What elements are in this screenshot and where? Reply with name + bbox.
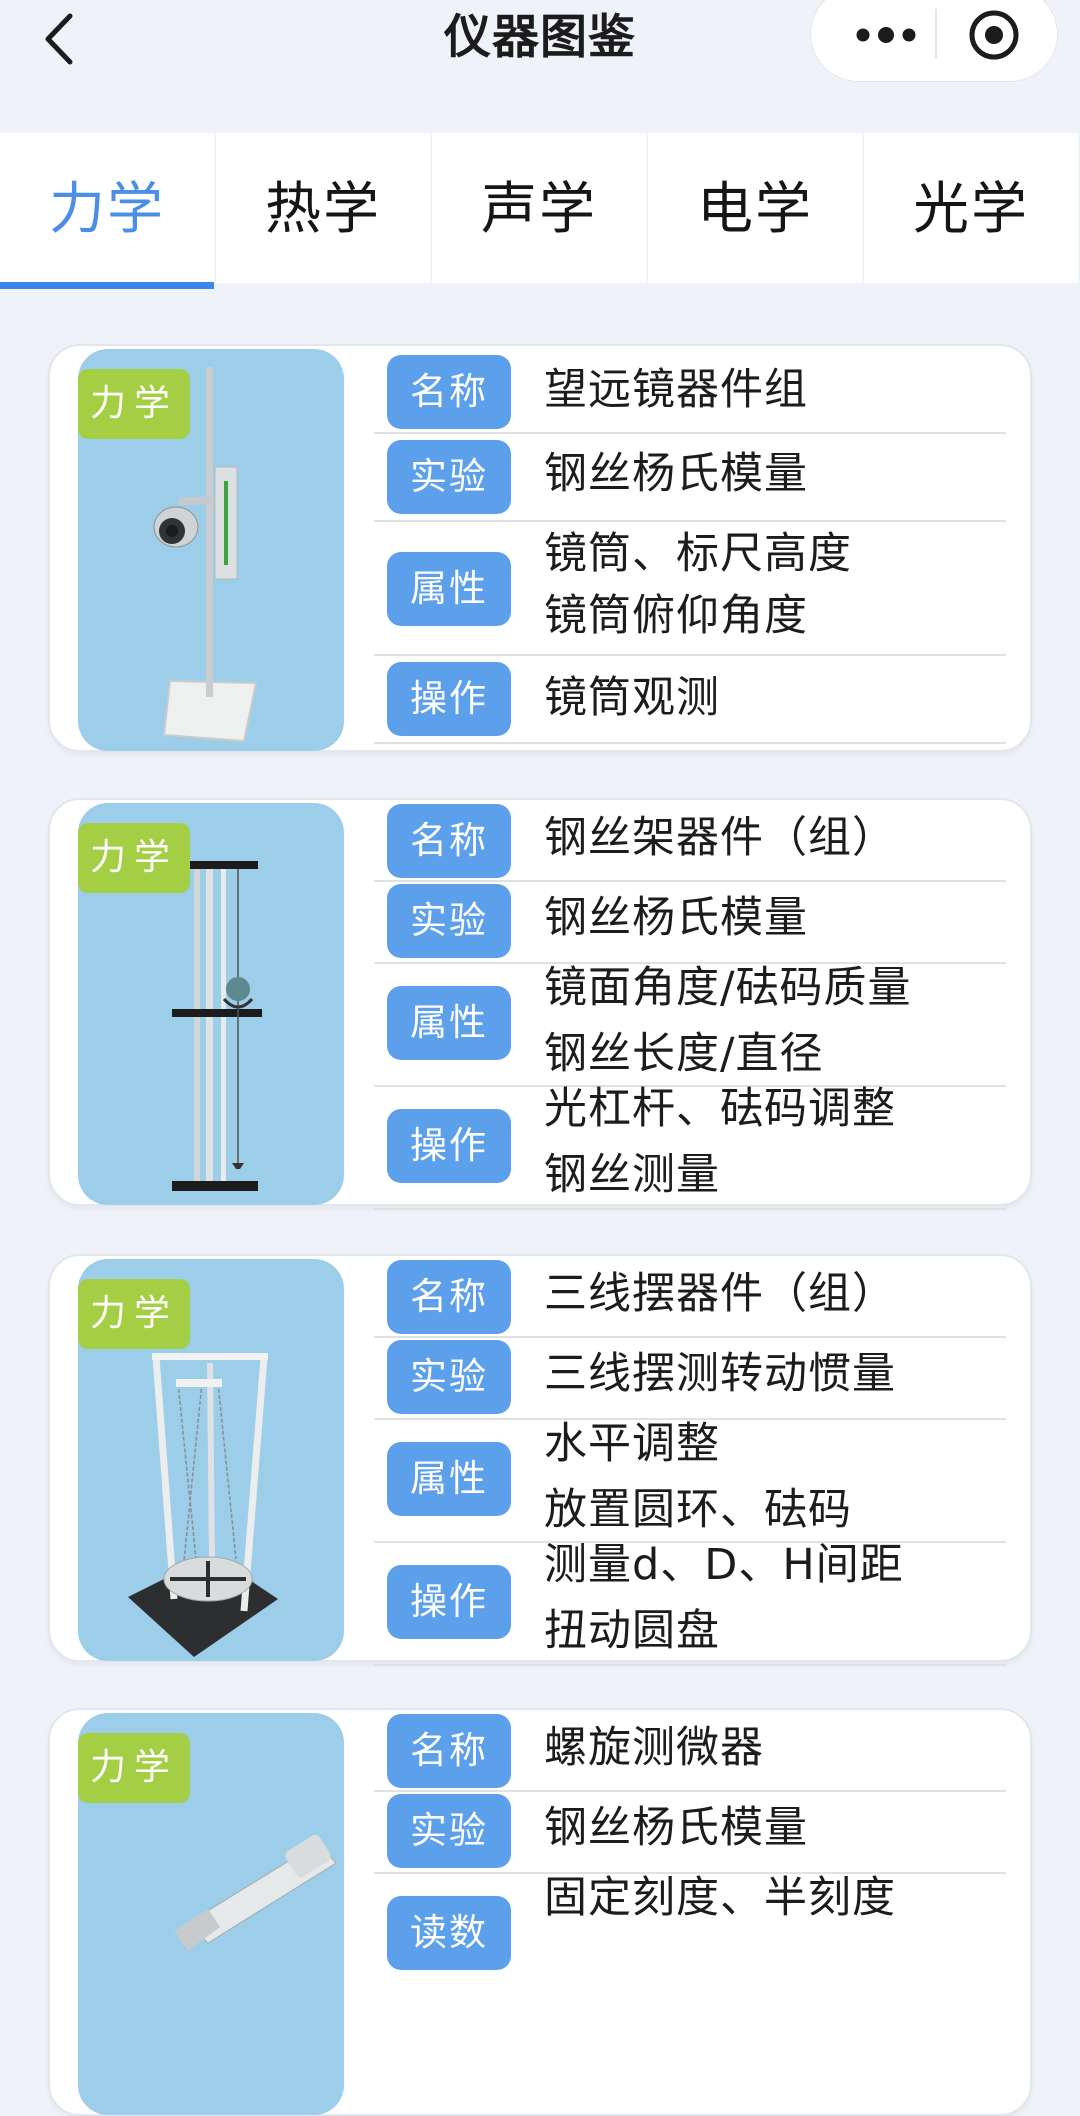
tab-acoustics[interactable]: 声学 [432, 133, 646, 283]
operation-line-1: 测量d、D、H间距 [544, 1540, 904, 1590]
name-label: 名称 [387, 1260, 511, 1334]
property-line-1: 镜面角度/砝码质量 [544, 963, 912, 1013]
info-row-operation: 操作 光杠杆、砝码调整 钢丝测量 [374, 1084, 1006, 1210]
category-tag: 力学 [78, 369, 190, 439]
category-tag: 力学 [78, 1733, 190, 1803]
operation-line-2: 扭动圆盘 [544, 1606, 720, 1656]
category-tag: 力学 [78, 1279, 190, 1349]
tab-label: 光学 [913, 176, 1029, 242]
instrument-info: 名称 望远镜器件组 实验 钢丝杨氏模量 属性 镜筒、标尺高度 镜筒俯仰角度 操作… [374, 346, 1006, 744]
name-label: 名称 [387, 804, 511, 878]
instrument-card[interactable]: 力学 名称 螺旋测微器 实验 钢丝杨氏模量 读数 固定刻度、半刻度 [48, 1708, 1032, 2116]
tab-thermal[interactable]: 热学 [216, 133, 430, 283]
experiment-value: 钢丝杨氏模量 [544, 449, 808, 499]
tab-label: 热学 [265, 176, 381, 242]
name-value: 螺旋测微器 [544, 1723, 764, 1773]
instrument-info: 名称 螺旋测微器 实验 钢丝杨氏模量 读数 固定刻度、半刻度 [374, 1710, 1006, 1995]
nav-bar: 仪器图鉴 [0, 0, 1080, 120]
category-tabs: 力学 热学 声学 电学 光学 [0, 133, 1080, 289]
operation-line-1: 镜筒观测 [544, 673, 720, 723]
name-value: 三线摆器件（组） [544, 1269, 896, 1319]
tab-label: 声学 [481, 176, 597, 242]
operation-line-1: 光杠杆、砝码调整 [544, 1084, 896, 1134]
mini-program-capsule [810, 0, 1058, 82]
experiment-label: 实验 [387, 440, 511, 514]
experiment-label: 实验 [387, 1340, 511, 1414]
experiment-value: 三线摆测转动惯量 [544, 1349, 896, 1399]
info-row-property: 属性 水平调整 放置圆环、砝码 [374, 1419, 1006, 1543]
info-row-experiment: 实验 钢丝杨氏模量 [374, 882, 1006, 964]
instrument-image: 力学 [78, 803, 344, 1205]
info-row-experiment: 实验 钢丝杨氏模量 [374, 1792, 1006, 1874]
operation-label: 操作 [387, 662, 511, 736]
instrument-image: 力学 [78, 1713, 344, 2115]
instrument-card[interactable]: 力学 名称 三线摆器件（组） 实验 三线摆测转动惯量 属性 水平调整 放置圆环、… [48, 1254, 1032, 1666]
property-line-1: 镜筒、标尺高度 [544, 529, 852, 579]
capsule-divider [935, 9, 937, 59]
info-row-name: 名称 螺旋测微器 [374, 1710, 1006, 1792]
instrument-image: 力学 [78, 1259, 344, 1661]
instrument-card[interactable]: 力学 名称 钢丝架器件（组） 实验 钢丝杨氏模量 属性 镜面角度/砝码质量 钢丝… [48, 798, 1032, 1210]
info-row-name: 名称 钢丝架器件（组） [374, 800, 1006, 882]
info-row-name: 名称 望远镜器件组 [374, 346, 1006, 434]
tab-label: 力学 [49, 176, 165, 242]
instrument-image: 力学 [78, 349, 344, 751]
name-label: 名称 [387, 355, 511, 429]
name-value: 钢丝架器件（组） [544, 813, 896, 863]
tab-optics[interactable]: 光学 [864, 133, 1078, 283]
experiment-value: 钢丝杨氏模量 [544, 893, 808, 943]
info-row-property: 属性 镜筒、标尺高度 镜筒俯仰角度 [374, 522, 1006, 656]
tab-mechanics[interactable]: 力学 [0, 133, 214, 289]
property-line-2: 镜筒俯仰角度 [544, 591, 808, 641]
operation-line-2: 钢丝测量 [544, 1150, 720, 1200]
close-target-icon[interactable] [966, 7, 1022, 63]
info-row-experiment: 实验 钢丝杨氏模量 [374, 434, 1006, 522]
info-row-property: 属性 镜面角度/砝码质量 钢丝长度/直径 [374, 963, 1006, 1087]
info-row-operation: 操作 测量d、D、H间距 扭动圆盘 [374, 1540, 1006, 1666]
instrument-card[interactable]: 力学 名称 望远镜器件组 实验 钢丝杨氏模量 属性 镜筒、标尺高度 镜筒俯仰角度… [48, 344, 1032, 752]
info-row-experiment: 实验 三线摆测转动惯量 [374, 1338, 1006, 1420]
instrument-info: 名称 钢丝架器件（组） 实验 钢丝杨氏模量 属性 镜面角度/砝码质量 钢丝长度/… [374, 800, 1006, 1210]
property-label: 属性 [387, 1442, 511, 1516]
property-line-1: 水平调整 [544, 1419, 720, 1469]
info-row-name: 名称 三线摆器件（组） [374, 1256, 1006, 1338]
info-row-operation: 操作 镜筒观测 [374, 656, 1006, 744]
reading-line-1: 固定刻度、半刻度 [544, 1873, 896, 1923]
info-row-reading: 读数 固定刻度、半刻度 [374, 1873, 1006, 1995]
category-tag: 力学 [78, 823, 190, 893]
tab-label: 电学 [697, 176, 813, 242]
active-tab-indicator [0, 282, 214, 289]
reading-label: 读数 [387, 1896, 511, 1970]
experiment-label: 实验 [387, 1794, 511, 1868]
operation-label: 操作 [387, 1565, 511, 1639]
experiment-value: 钢丝杨氏模量 [544, 1803, 808, 1853]
name-label: 名称 [387, 1714, 511, 1788]
property-label: 属性 [387, 552, 511, 626]
more-icon[interactable] [843, 9, 929, 61]
name-value: 望远镜器件组 [544, 365, 808, 415]
instrument-info: 名称 三线摆器件（组） 实验 三线摆测转动惯量 属性 水平调整 放置圆环、砝码 … [374, 1256, 1006, 1666]
tab-electricity[interactable]: 电学 [648, 133, 862, 283]
property-label: 属性 [387, 986, 511, 1060]
experiment-label: 实验 [387, 884, 511, 958]
operation-label: 操作 [387, 1109, 511, 1183]
